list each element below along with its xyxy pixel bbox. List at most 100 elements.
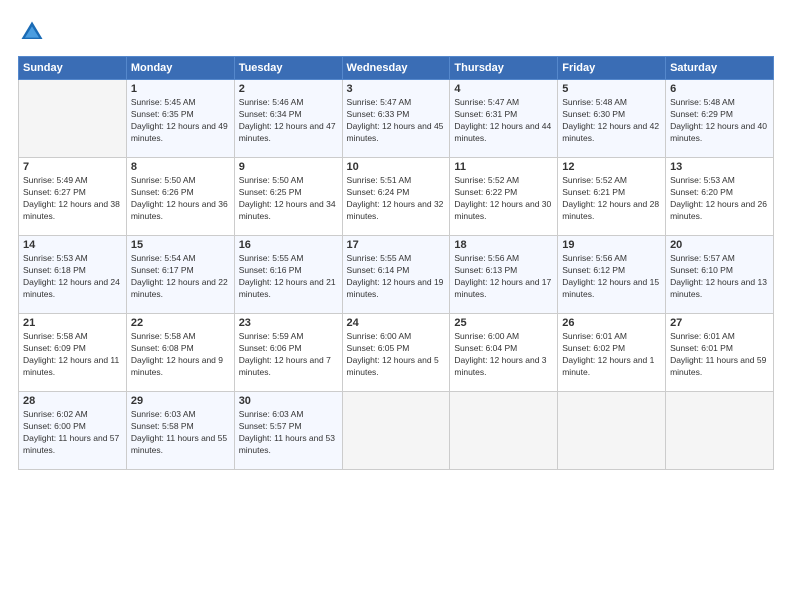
- calendar-cell: 15 Sunrise: 5:54 AMSunset: 6:17 PMDayligh…: [126, 236, 234, 314]
- logo-icon: [18, 18, 46, 46]
- day-number: 13: [670, 161, 769, 173]
- day-number: 18: [454, 239, 553, 251]
- calendar-cell: 4 Sunrise: 5:47 AMSunset: 6:31 PMDaylight…: [450, 80, 558, 158]
- day-number: 8: [131, 161, 230, 173]
- day-number: 15: [131, 239, 230, 251]
- day-info: Sunrise: 5:59 AMSunset: 6:06 PMDaylight:…: [239, 331, 338, 379]
- day-info: Sunrise: 5:51 AMSunset: 6:24 PMDaylight:…: [347, 175, 446, 223]
- calendar-week-2: 7Sunrise: 5:49 AMSunset: 6:27 PMDaylight…: [19, 158, 774, 236]
- day-number: 7: [23, 161, 122, 173]
- day-info: Sunrise: 5:52 AMSunset: 6:21 PMDaylight:…: [562, 175, 661, 223]
- day-info: Sunrise: 5:46 AMSunset: 6:34 PMDaylight:…: [239, 97, 338, 145]
- day-info: Sunrise: 5:48 AMSunset: 6:29 PMDaylight:…: [670, 97, 769, 145]
- day-info: Sunrise: 6:03 AMSunset: 5:58 PMDaylight:…: [131, 409, 230, 457]
- calendar-week-4: 21Sunrise: 5:58 AMSunset: 6:09 PMDayligh…: [19, 314, 774, 392]
- day-info: Sunrise: 5:48 AMSunset: 6:30 PMDaylight:…: [562, 97, 661, 145]
- calendar-cell: [342, 392, 450, 470]
- calendar-cell: 29Sunrise: 6:03 AMSunset: 5:58 PMDayligh…: [126, 392, 234, 470]
- day-info: Sunrise: 5:55 AMSunset: 6:14 PMDaylight:…: [347, 253, 446, 301]
- calendar-week-3: 14 Sunrise: 5:53 AMSunset: 6:18 PMDayligh…: [19, 236, 774, 314]
- header-row: SundayMondayTuesdayWednesdayThursdayFrid…: [19, 57, 774, 80]
- day-number: 30: [239, 395, 338, 407]
- calendar-cell: 24 Sunrise: 6:00 AMSunset: 6:05 PMDayligh…: [342, 314, 450, 392]
- day-info: Sunrise: 5:47 AMSunset: 6:31 PMDaylight:…: [454, 97, 553, 145]
- day-info: Sunrise: 5:53 AMSunset: 6:20 PMDaylight:…: [670, 175, 769, 223]
- calendar-cell: 25 Sunrise: 6:00 AMSunset: 6:04 PMDayligh…: [450, 314, 558, 392]
- day-info: Sunrise: 5:54 AMSunset: 6:17 PMDaylight:…: [131, 253, 230, 301]
- day-number: 3: [347, 83, 446, 95]
- day-number: 22: [131, 317, 230, 329]
- day-number: 20: [670, 239, 769, 251]
- calendar-cell: 3Sunrise: 5:47 AMSunset: 6:33 PMDaylight…: [342, 80, 450, 158]
- day-number: 16: [239, 239, 338, 251]
- day-number: 14: [23, 239, 122, 251]
- calendar-cell: 14 Sunrise: 5:53 AMSunset: 6:18 PMDayligh…: [19, 236, 127, 314]
- day-number: 17: [347, 239, 446, 251]
- day-header-saturday: Saturday: [666, 57, 774, 80]
- day-number: 23: [239, 317, 338, 329]
- calendar-cell: 6Sunrise: 5:48 AMSunset: 6:29 PMDaylight…: [666, 80, 774, 158]
- day-header-tuesday: Tuesday: [234, 57, 342, 80]
- day-info: Sunrise: 6:01 AMSunset: 6:01 PMDaylight:…: [670, 331, 769, 379]
- day-info: Sunrise: 5:50 AMSunset: 6:25 PMDaylight:…: [239, 175, 338, 223]
- day-info: Sunrise: 6:00 AMSunset: 6:05 PMDaylight:…: [347, 331, 446, 379]
- calendar-cell: [19, 80, 127, 158]
- calendar-cell: 22 Sunrise: 5:58 AMSunset: 6:08 PMDayligh…: [126, 314, 234, 392]
- day-number: 26: [562, 317, 661, 329]
- calendar-cell: 26 Sunrise: 6:01 AMSunset: 6:02 PMDayligh…: [558, 314, 666, 392]
- day-info: Sunrise: 5:45 AMSunset: 6:35 PMDaylight:…: [131, 97, 230, 145]
- calendar-cell: [450, 392, 558, 470]
- day-info: Sunrise: 6:02 AMSunset: 6:00 PMDaylight:…: [23, 409, 122, 457]
- day-number: 19: [562, 239, 661, 251]
- day-header-wednesday: Wednesday: [342, 57, 450, 80]
- calendar-week-1: 1 Sunrise: 5:45 AMSunset: 6:35 PMDaylight…: [19, 80, 774, 158]
- day-number: 24: [347, 317, 446, 329]
- calendar-cell: 27 Sunrise: 6:01 AMSunset: 6:01 PMDayligh…: [666, 314, 774, 392]
- day-info: Sunrise: 6:00 AMSunset: 6:04 PMDaylight:…: [454, 331, 553, 379]
- day-number: 2: [239, 83, 338, 95]
- calendar-cell: 18 Sunrise: 5:56 AMSunset: 6:13 PMDayligh…: [450, 236, 558, 314]
- calendar-cell: 23 Sunrise: 5:59 AMSunset: 6:06 PMDayligh…: [234, 314, 342, 392]
- calendar-cell: 7Sunrise: 5:49 AMSunset: 6:27 PMDaylight…: [19, 158, 127, 236]
- day-info: Sunrise: 5:55 AMSunset: 6:16 PMDaylight:…: [239, 253, 338, 301]
- calendar-cell: 17 Sunrise: 5:55 AMSunset: 6:14 PMDayligh…: [342, 236, 450, 314]
- day-header-monday: Monday: [126, 57, 234, 80]
- day-info: Sunrise: 5:53 AMSunset: 6:18 PMDaylight:…: [23, 253, 122, 301]
- day-header-thursday: Thursday: [450, 57, 558, 80]
- logo: [18, 18, 50, 46]
- calendar-cell: 10 Sunrise: 5:51 AMSunset: 6:24 PMDayligh…: [342, 158, 450, 236]
- day-header-sunday: Sunday: [19, 57, 127, 80]
- calendar-cell: [666, 392, 774, 470]
- day-number: 10: [347, 161, 446, 173]
- calendar-cell: [558, 392, 666, 470]
- day-header-friday: Friday: [558, 57, 666, 80]
- calendar-cell: 21Sunrise: 5:58 AMSunset: 6:09 PMDayligh…: [19, 314, 127, 392]
- day-number: 21: [23, 317, 122, 329]
- calendar-cell: 1 Sunrise: 5:45 AMSunset: 6:35 PMDaylight…: [126, 80, 234, 158]
- calendar-cell: 20 Sunrise: 5:57 AMSunset: 6:10 PMDayligh…: [666, 236, 774, 314]
- day-number: 11: [454, 161, 553, 173]
- day-number: 4: [454, 83, 553, 95]
- day-info: Sunrise: 5:58 AMSunset: 6:08 PMDaylight:…: [131, 331, 230, 379]
- day-info: Sunrise: 5:50 AMSunset: 6:26 PMDaylight:…: [131, 175, 230, 223]
- day-info: Sunrise: 6:01 AMSunset: 6:02 PMDaylight:…: [562, 331, 661, 379]
- day-number: 27: [670, 317, 769, 329]
- day-number: 1: [131, 83, 230, 95]
- day-info: Sunrise: 6:03 AMSunset: 5:57 PMDaylight:…: [239, 409, 338, 457]
- day-number: 5: [562, 83, 661, 95]
- day-number: 25: [454, 317, 553, 329]
- day-number: 12: [562, 161, 661, 173]
- calendar-week-5: 28 Sunrise: 6:02 AMSunset: 6:00 PMDayligh…: [19, 392, 774, 470]
- day-info: Sunrise: 5:56 AMSunset: 6:13 PMDaylight:…: [454, 253, 553, 301]
- calendar-cell: 30 Sunrise: 6:03 AMSunset: 5:57 PMDayligh…: [234, 392, 342, 470]
- calendar-cell: 19Sunrise: 5:56 AMSunset: 6:12 PMDayligh…: [558, 236, 666, 314]
- calendar-table: SundayMondayTuesdayWednesdayThursdayFrid…: [18, 56, 774, 470]
- page: SundayMondayTuesdayWednesdayThursdayFrid…: [0, 0, 792, 612]
- calendar-cell: 16 Sunrise: 5:55 AMSunset: 6:16 PMDayligh…: [234, 236, 342, 314]
- header: [18, 18, 774, 46]
- calendar-cell: 2 Sunrise: 5:46 AMSunset: 6:34 PMDaylight…: [234, 80, 342, 158]
- day-number: 28: [23, 395, 122, 407]
- calendar-cell: 28 Sunrise: 6:02 AMSunset: 6:00 PMDayligh…: [19, 392, 127, 470]
- calendar-cell: 11Sunrise: 5:52 AMSunset: 6:22 PMDayligh…: [450, 158, 558, 236]
- day-info: Sunrise: 5:57 AMSunset: 6:10 PMDaylight:…: [670, 253, 769, 301]
